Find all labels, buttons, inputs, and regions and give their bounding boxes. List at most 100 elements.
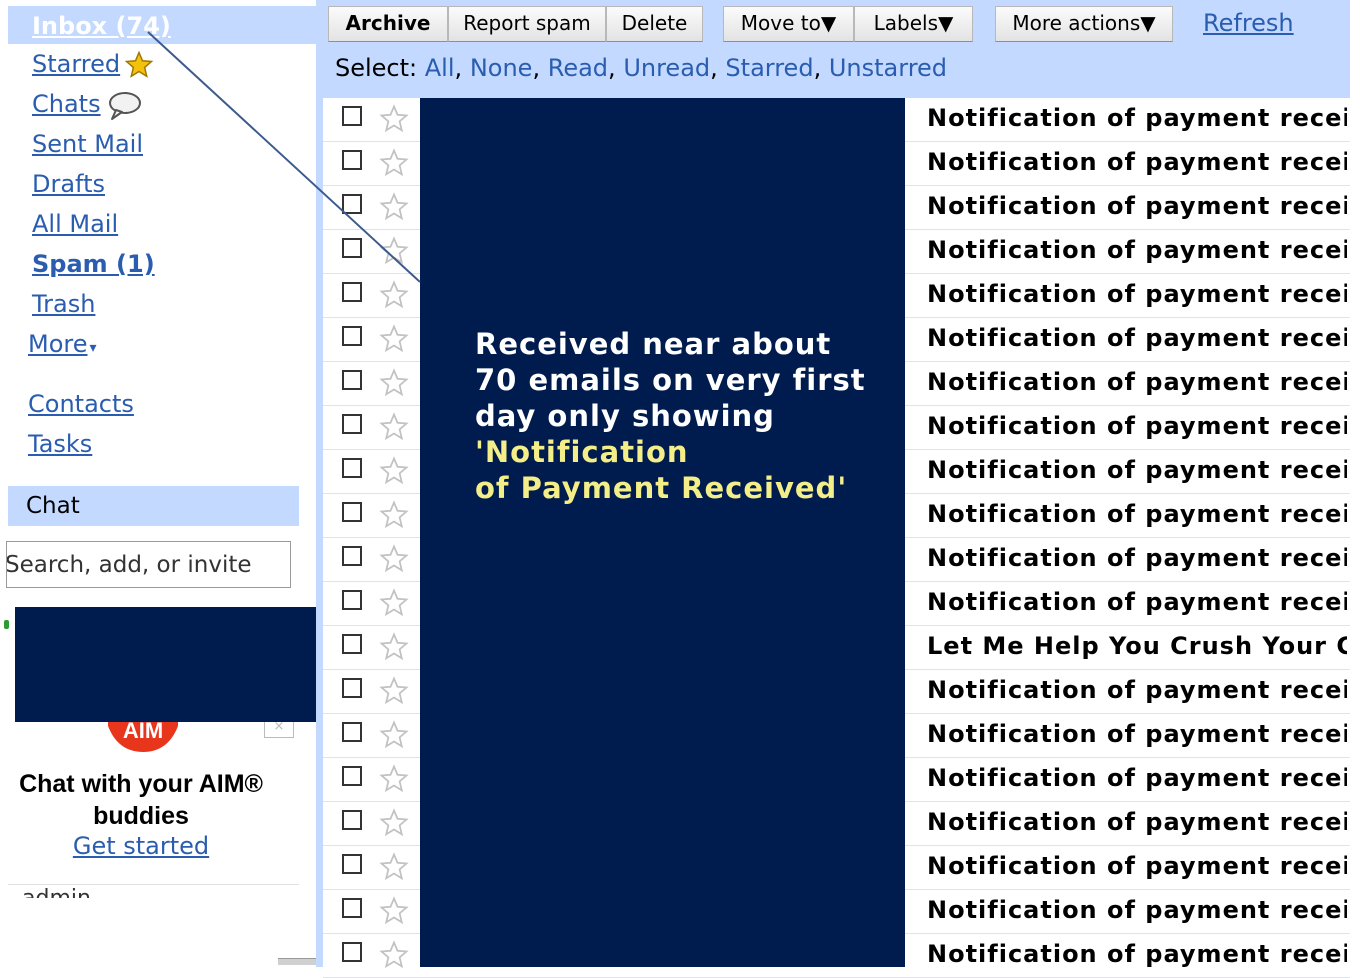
select-read-link[interactable]: Read (548, 54, 608, 82)
sidebar-item-tasks[interactable]: Tasks (28, 430, 92, 458)
email-subject[interactable]: Notification of payment received (927, 896, 1347, 924)
star-outline-icon[interactable] (379, 632, 409, 662)
checkbox-icon[interactable] (342, 766, 362, 786)
checkbox-icon[interactable] (342, 326, 362, 346)
star-outline-icon[interactable] (379, 588, 409, 618)
aim-promo-line2: buddies (93, 802, 189, 830)
refresh-link[interactable]: Refresh (1203, 9, 1294, 37)
email-subject[interactable]: Notification of payment received (927, 104, 1347, 132)
sidebar-item-sent-mail[interactable]: Sent Mail (32, 130, 143, 158)
resize-handle[interactable] (278, 958, 318, 965)
checkbox-icon[interactable] (342, 854, 362, 874)
sidebar-item-all-mail[interactable]: All Mail (32, 210, 118, 238)
sidebar-item-chats[interactable]: Chats (32, 90, 101, 118)
chat-search-input[interactable]: Search, add, or invite (6, 541, 291, 588)
email-subject[interactable]: Notification of payment received (927, 500, 1347, 528)
star-outline-icon[interactable] (379, 544, 409, 574)
star-outline-icon[interactable] (379, 412, 409, 442)
checkbox-icon[interactable] (342, 546, 362, 566)
email-subject[interactable]: Notification of payment received (927, 852, 1347, 880)
email-subject[interactable]: Notification of payment received (927, 280, 1347, 308)
select-none-link[interactable]: None (470, 54, 533, 82)
star-outline-icon[interactable] (379, 280, 409, 310)
email-subject[interactable]: Notification of payment received (927, 412, 1347, 440)
checkbox-icon[interactable] (342, 238, 362, 258)
archive-button[interactable]: Archive (328, 6, 448, 42)
labels-menu[interactable]: Labels▼ (854, 6, 973, 42)
star-outline-icon[interactable] (379, 236, 409, 266)
select-all-link[interactable]: All (425, 54, 455, 82)
annotation-line3: day only showing (475, 399, 775, 433)
email-subject[interactable]: Notification of payment received (927, 940, 1347, 968)
email-subject[interactable]: Notification of payment received (927, 456, 1347, 484)
aim-promo-text: Chat with your AIM® buddies (8, 768, 274, 832)
email-subject[interactable]: Notification of payment received (927, 368, 1347, 396)
star-outline-icon[interactable] (379, 324, 409, 354)
aim-get-started-wrap: Get started (8, 832, 274, 860)
sidebar-item-more[interactable]: More ▾ (28, 330, 97, 358)
report-spam-button[interactable]: Report spam (448, 6, 606, 42)
checkbox-icon[interactable] (342, 282, 362, 302)
select-unstarred-link[interactable]: Unstarred (829, 54, 947, 82)
email-subject[interactable]: Let Me Help You Crush Your Com (927, 632, 1347, 660)
inbox-label[interactable]: Inbox (74) (32, 12, 171, 40)
star-outline-icon[interactable] (379, 808, 409, 838)
email-subject[interactable]: Notification of payment received (927, 808, 1347, 836)
checkbox-icon[interactable] (342, 106, 362, 126)
star-outline-icon[interactable] (379, 148, 409, 178)
star-outline-icon[interactable] (379, 676, 409, 706)
email-subject[interactable]: Notification of payment received (927, 324, 1347, 352)
more-actions-menu[interactable]: More actions▼ (995, 6, 1173, 42)
star-icon (124, 50, 154, 78)
email-subject[interactable]: Notification of payment received (927, 192, 1347, 220)
checkbox-icon[interactable] (342, 150, 362, 170)
email-subject[interactable]: Notification of payment received (927, 544, 1347, 572)
more-label[interactable]: More (28, 330, 88, 358)
sidebar-item-contacts[interactable]: Contacts (28, 390, 134, 418)
star-outline-icon[interactable] (379, 104, 409, 134)
email-subject[interactable]: Notification of payment received (927, 764, 1347, 792)
email-subject[interactable]: Notification of payment received (927, 148, 1347, 176)
checkbox-icon[interactable] (342, 810, 362, 830)
sidebar-item-drafts[interactable]: Drafts (32, 170, 105, 198)
aim-get-started-link[interactable]: Get started (73, 832, 209, 860)
aim-logo: AIM (108, 718, 178, 752)
star-outline-icon[interactable] (379, 456, 409, 486)
select-unread-link[interactable]: Unread (623, 54, 710, 82)
email-subject[interactable]: Notification of payment received (927, 720, 1347, 748)
star-outline-icon[interactable] (379, 368, 409, 398)
checkbox-icon[interactable] (342, 590, 362, 610)
email-subject[interactable]: Notification of payment received (927, 588, 1347, 616)
sidebar-item-starred[interactable]: Starred (32, 50, 120, 78)
star-outline-icon[interactable] (379, 500, 409, 530)
star-outline-icon[interactable] (379, 852, 409, 882)
chat-header[interactable]: Chat (8, 486, 299, 526)
select-starred-link[interactable]: Starred (725, 54, 813, 82)
star-outline-icon[interactable] (379, 720, 409, 750)
checkbox-icon[interactable] (342, 942, 362, 962)
checkbox-icon[interactable] (342, 678, 362, 698)
sidebar: Inbox (74) Starred Chats Sent Mail Draft… (0, 0, 323, 967)
move-to-menu[interactable]: Move to▼ (723, 6, 854, 42)
checkbox-icon[interactable] (342, 898, 362, 918)
email-subject[interactable]: Notification of payment received (927, 676, 1347, 704)
checkbox-icon[interactable] (342, 722, 362, 742)
sidebar-item-trash[interactable]: Trash (32, 290, 95, 318)
checkbox-icon[interactable] (342, 194, 362, 214)
checkbox-icon[interactable] (342, 414, 362, 434)
toolbar: Archive Report spam Delete Move to▼ Labe… (323, 0, 1350, 98)
annotation-box (420, 98, 905, 967)
star-outline-icon[interactable] (379, 192, 409, 222)
email-subject[interactable]: Notification of payment received (927, 236, 1347, 264)
checkbox-icon[interactable] (342, 502, 362, 522)
checkbox-icon[interactable] (342, 370, 362, 390)
delete-button[interactable]: Delete (606, 6, 703, 42)
chat-contact-admin[interactable]: admin (22, 884, 91, 898)
sidebar-item-inbox[interactable]: Inbox (74) (8, 6, 316, 44)
checkbox-icon[interactable] (342, 634, 362, 654)
star-outline-icon[interactable] (379, 896, 409, 926)
star-outline-icon[interactable] (379, 764, 409, 794)
sidebar-item-spam[interactable]: Spam (1) (32, 250, 155, 278)
star-outline-icon[interactable] (379, 940, 409, 970)
checkbox-icon[interactable] (342, 458, 362, 478)
